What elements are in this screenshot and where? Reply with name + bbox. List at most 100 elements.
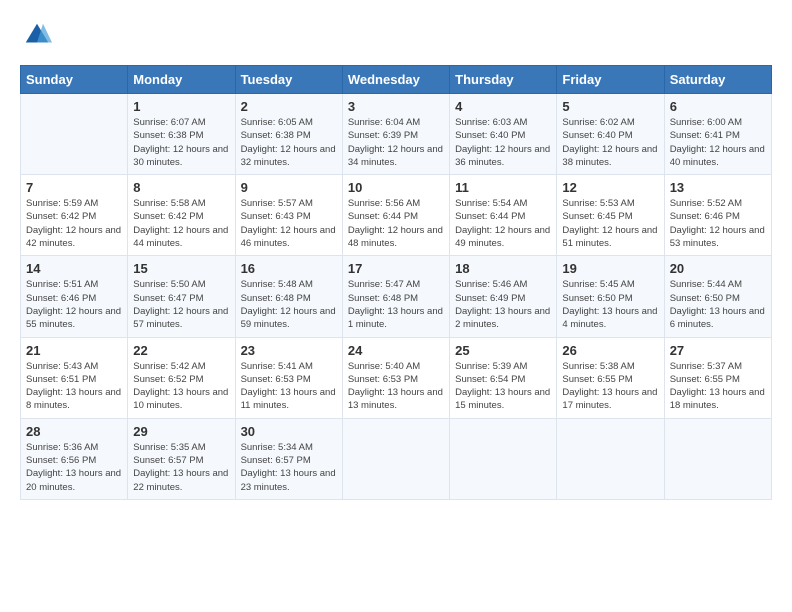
calendar-cell: 19 Sunrise: 5:45 AM Sunset: 6:50 PM Dayli… [557, 256, 664, 337]
day-info: Sunrise: 5:57 AM Sunset: 6:43 PM Dayligh… [241, 197, 337, 250]
day-info: Sunrise: 6:03 AM Sunset: 6:40 PM Dayligh… [455, 116, 551, 169]
calendar-cell: 12 Sunrise: 5:53 AM Sunset: 6:45 PM Dayli… [557, 175, 664, 256]
day-info: Sunrise: 6:05 AM Sunset: 6:38 PM Dayligh… [241, 116, 337, 169]
calendar-cell: 7 Sunrise: 5:59 AM Sunset: 6:42 PM Daylig… [21, 175, 128, 256]
day-info: Sunrise: 6:00 AM Sunset: 6:41 PM Dayligh… [670, 116, 766, 169]
day-info: Sunrise: 5:43 AM Sunset: 6:51 PM Dayligh… [26, 360, 122, 413]
day-number: 6 [670, 99, 766, 114]
calendar-cell: 11 Sunrise: 5:54 AM Sunset: 6:44 PM Dayli… [450, 175, 557, 256]
calendar-cell: 5 Sunrise: 6:02 AM Sunset: 6:40 PM Daylig… [557, 94, 664, 175]
calendar-cell: 25 Sunrise: 5:39 AM Sunset: 6:54 PM Dayli… [450, 337, 557, 418]
day-number: 28 [26, 424, 122, 439]
calendar-week-row: 21 Sunrise: 5:43 AM Sunset: 6:51 PM Dayli… [21, 337, 772, 418]
calendar-cell: 17 Sunrise: 5:47 AM Sunset: 6:48 PM Dayli… [342, 256, 449, 337]
weekday-header-monday: Monday [128, 66, 235, 94]
calendar-cell: 29Sunrise: 5:35 AM Sunset: 6:57 PM Dayli… [128, 418, 235, 499]
calendar-cell: 16Sunrise: 5:48 AM Sunset: 6:48 PM Dayli… [235, 256, 342, 337]
day-number: 8 [133, 180, 229, 195]
day-info: Sunrise: 6:07 AM Sunset: 6:38 PM Dayligh… [133, 116, 229, 169]
logo [20, 20, 56, 55]
calendar-cell: 15Sunrise: 5:50 AM Sunset: 6:47 PM Dayli… [128, 256, 235, 337]
day-number: 7 [26, 180, 122, 195]
day-info: Sunrise: 5:34 AM Sunset: 6:57 PM Dayligh… [241, 441, 337, 494]
day-number: 24 [348, 343, 444, 358]
logo-icon [22, 20, 52, 50]
day-info: Sunrise: 5:52 AM Sunset: 6:46 PM Dayligh… [670, 197, 766, 250]
calendar-cell: 2 Sunrise: 6:05 AM Sunset: 6:38 PM Daylig… [235, 94, 342, 175]
calendar-week-row: 28 Sunrise: 5:36 AM Sunset: 6:56 PM Dayli… [21, 418, 772, 499]
day-number: 26 [562, 343, 658, 358]
day-info: Sunrise: 5:54 AM Sunset: 6:44 PM Dayligh… [455, 197, 551, 250]
weekday-header-saturday: Saturday [664, 66, 771, 94]
calendar-cell: 4 Sunrise: 6:03 AM Sunset: 6:40 PM Daylig… [450, 94, 557, 175]
day-info: Sunrise: 5:56 AM Sunset: 6:44 PM Dayligh… [348, 197, 444, 250]
day-number: 30 [241, 424, 337, 439]
day-info: Sunrise: 5:37 AM Sunset: 6:55 PM Dayligh… [670, 360, 766, 413]
calendar-week-row: 1 Sunrise: 6:07 AM Sunset: 6:38 PM Daylig… [21, 94, 772, 175]
day-info: Sunrise: 5:50 AM Sunset: 6:47 PM Dayligh… [133, 278, 229, 331]
day-number: 4 [455, 99, 551, 114]
day-number: 17 [348, 261, 444, 276]
weekday-header-sunday: Sunday [21, 66, 128, 94]
calendar-week-row: 7 Sunrise: 5:59 AM Sunset: 6:42 PM Daylig… [21, 175, 772, 256]
calendar-cell: 14 Sunrise: 5:51 AM Sunset: 6:46 PM Dayli… [21, 256, 128, 337]
calendar-cell [342, 418, 449, 499]
page-header [20, 20, 772, 55]
calendar-cell: 26 Sunrise: 5:38 AM Sunset: 6:55 PM Dayli… [557, 337, 664, 418]
calendar-cell [664, 418, 771, 499]
calendar-cell: 10Sunrise: 5:56 AM Sunset: 6:44 PM Dayli… [342, 175, 449, 256]
day-number: 2 [241, 99, 337, 114]
calendar-cell: 30 Sunrise: 5:34 AM Sunset: 6:57 PM Dayli… [235, 418, 342, 499]
weekday-header-friday: Friday [557, 66, 664, 94]
day-info: Sunrise: 5:45 AM Sunset: 6:50 PM Dayligh… [562, 278, 658, 331]
weekday-header-wednesday: Wednesday [342, 66, 449, 94]
calendar-cell: 8Sunrise: 5:58 AM Sunset: 6:42 PM Daylig… [128, 175, 235, 256]
day-number: 5 [562, 99, 658, 114]
day-number: 1 [133, 99, 229, 114]
calendar-cell: 1 Sunrise: 6:07 AM Sunset: 6:38 PM Daylig… [128, 94, 235, 175]
calendar-table: SundayMondayTuesdayWednesdayThursdayFrid… [20, 65, 772, 500]
day-info: Sunrise: 6:02 AM Sunset: 6:40 PM Dayligh… [562, 116, 658, 169]
calendar-week-row: 14 Sunrise: 5:51 AM Sunset: 6:46 PM Dayli… [21, 256, 772, 337]
day-number: 19 [562, 261, 658, 276]
day-info: Sunrise: 5:59 AM Sunset: 6:42 PM Dayligh… [26, 197, 122, 250]
calendar-cell [557, 418, 664, 499]
day-number: 21 [26, 343, 122, 358]
day-info: Sunrise: 5:38 AM Sunset: 6:55 PM Dayligh… [562, 360, 658, 413]
weekday-header-thursday: Thursday [450, 66, 557, 94]
weekday-header-tuesday: Tuesday [235, 66, 342, 94]
calendar-cell [450, 418, 557, 499]
day-number: 20 [670, 261, 766, 276]
day-info: Sunrise: 5:40 AM Sunset: 6:53 PM Dayligh… [348, 360, 444, 413]
day-info: Sunrise: 5:36 AM Sunset: 6:56 PM Dayligh… [26, 441, 122, 494]
day-info: Sunrise: 5:53 AM Sunset: 6:45 PM Dayligh… [562, 197, 658, 250]
calendar-cell: 22 Sunrise: 5:42 AM Sunset: 6:52 PM Dayli… [128, 337, 235, 418]
day-info: Sunrise: 5:47 AM Sunset: 6:48 PM Dayligh… [348, 278, 444, 331]
day-info: Sunrise: 5:48 AM Sunset: 6:48 PM Dayligh… [241, 278, 337, 331]
day-number: 25 [455, 343, 551, 358]
calendar-cell: 28 Sunrise: 5:36 AM Sunset: 6:56 PM Dayli… [21, 418, 128, 499]
day-number: 11 [455, 180, 551, 195]
day-number: 29 [133, 424, 229, 439]
day-number: 27 [670, 343, 766, 358]
day-number: 9 [241, 180, 337, 195]
calendar-cell: 18Sunrise: 5:46 AM Sunset: 6:49 PM Dayli… [450, 256, 557, 337]
day-info: Sunrise: 6:04 AM Sunset: 6:39 PM Dayligh… [348, 116, 444, 169]
day-info: Sunrise: 5:41 AM Sunset: 6:53 PM Dayligh… [241, 360, 337, 413]
day-number: 12 [562, 180, 658, 195]
calendar-cell: 27 Sunrise: 5:37 AM Sunset: 6:55 PM Dayli… [664, 337, 771, 418]
day-info: Sunrise: 5:46 AM Sunset: 6:49 PM Dayligh… [455, 278, 551, 331]
calendar-cell [21, 94, 128, 175]
day-number: 14 [26, 261, 122, 276]
calendar-cell: 6 Sunrise: 6:00 AM Sunset: 6:41 PM Daylig… [664, 94, 771, 175]
day-number: 22 [133, 343, 229, 358]
calendar-cell: 20 Sunrise: 5:44 AM Sunset: 6:50 PM Dayli… [664, 256, 771, 337]
day-number: 13 [670, 180, 766, 195]
day-info: Sunrise: 5:51 AM Sunset: 6:46 PM Dayligh… [26, 278, 122, 331]
day-number: 3 [348, 99, 444, 114]
day-info: Sunrise: 5:39 AM Sunset: 6:54 PM Dayligh… [455, 360, 551, 413]
day-info: Sunrise: 5:42 AM Sunset: 6:52 PM Dayligh… [133, 360, 229, 413]
day-number: 23 [241, 343, 337, 358]
calendar-cell: 23 Sunrise: 5:41 AM Sunset: 6:53 PM Dayli… [235, 337, 342, 418]
day-info: Sunrise: 5:44 AM Sunset: 6:50 PM Dayligh… [670, 278, 766, 331]
